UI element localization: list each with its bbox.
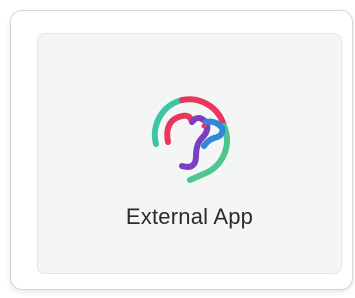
- app-label: External App: [125, 204, 254, 229]
- external-app-tile[interactable]: External App: [37, 33, 342, 274]
- external-app-card: External App: [10, 10, 353, 290]
- dog-head-logo-icon: [151, 96, 230, 183]
